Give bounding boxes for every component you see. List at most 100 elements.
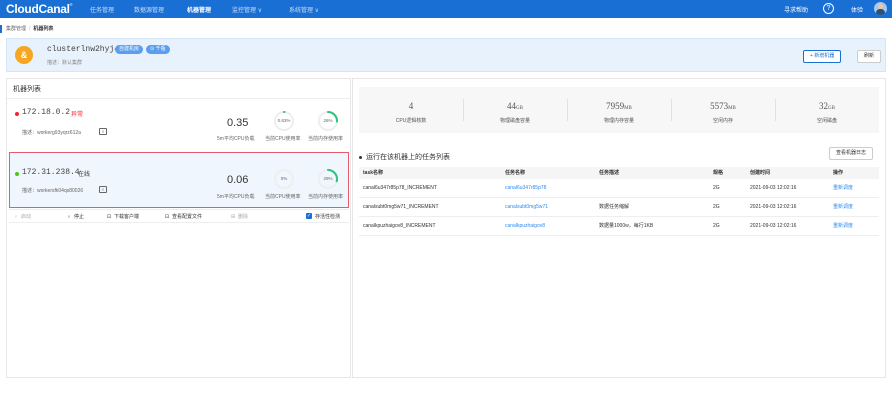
breadcrumb: 集群管理 / 机器列表 <box>0 25 53 33</box>
machine-list-title: 机器列表 <box>13 86 41 93</box>
top-nav-bar: CloudCanal® 任务管理 数据源管理 机器管理 监控管理 ∨ 系统管理 … <box>0 0 892 18</box>
col-name: 任务名称 <box>505 170 526 176</box>
avatar[interactable] <box>874 2 887 15</box>
stat-disk-capacity: 44GB 物理磁盘容量 <box>499 101 530 124</box>
task-name-link[interactable]: canalkpuzhaigov8 <box>505 217 545 236</box>
stat-free-disk: 32GB 空闲磁盘 <box>816 101 837 124</box>
col-task: task名称 <box>363 170 384 176</box>
stat-memory-capacity: 7959MB 物理内存容量 <box>603 101 634 124</box>
nav-item-tasks[interactable]: 任务管理 <box>90 5 114 14</box>
view-machine-log-button[interactable]: 查看机器日志 <box>829 147 874 160</box>
table-row: canal6u347r85p78_INCREMENT canal6u347r85… <box>359 179 879 198</box>
col-time: 创建时间 <box>750 170 771 176</box>
edit-desc-icon[interactable]: ≡ <box>99 128 107 135</box>
stop-icon: ♁ <box>67 214 71 220</box>
liveness-check-checkbox[interactable]: ✓ <box>306 213 312 219</box>
cpu-load-label: 5m平均CPU负载 <box>217 136 255 142</box>
machine-list-panel: 机器列表 172.18.0.2 异常 描述：workerg93yqrz612a … <box>6 78 351 378</box>
machine-status: 在线 <box>78 172 91 178</box>
status-dot <box>15 172 19 176</box>
memory-usage-label: 当前内存使用率 <box>308 194 344 200</box>
reschedule-link[interactable]: 重新调度 <box>833 217 853 236</box>
trash-icon: ⊞ <box>230 214 236 220</box>
stat-free-memory: 5573MB 空闲内存 <box>710 101 736 124</box>
machine-detail-panel: 4 CPU逻辑核数 44GB 物理磁盘容量 7959MB 物理内存容量 5573… <box>352 78 886 378</box>
cpu-usage-gauge: 0.83% <box>273 110 295 132</box>
cluster-desc: 描述：默认集群 <box>47 60 83 66</box>
cpu-usage-gauge: 0% <box>273 168 295 190</box>
nav-item-machines[interactable]: 机器管理 <box>187 5 211 14</box>
nav-item-system[interactable]: 系统管理 ∨ <box>289 5 319 14</box>
cpu-load-label: 5m平均CPU负载 <box>217 194 255 200</box>
task-name-link[interactable]: canal6u347r85p78 <box>505 179 546 198</box>
machine-ip: 172.18.0.2 <box>22 108 71 117</box>
col-op: 操作 <box>833 170 844 176</box>
delete-button[interactable]: ⊞ 删除 <box>230 213 248 220</box>
table-row: canalsubt0mg5w71_INCREMENT canalsubt0mg5… <box>359 198 879 217</box>
nav-item-datasources[interactable]: 数据源管理 <box>134 5 164 14</box>
add-machine-button[interactable]: + 新增机器 <box>803 50 842 63</box>
cpu-load-value: 0.06 <box>227 174 249 186</box>
task-list-title: 运行在该机器上的任务列表 <box>359 152 450 162</box>
cpu-usage-label: 当前CPU使用率 <box>265 194 301 200</box>
task-desc: 数据量1000w，每行1KB <box>599 223 654 229</box>
task-id: canalsubt0mg5w71_INCREMENT <box>363 204 439 210</box>
machine-item-2[interactable]: 172.31.238.4 在线 描述：workersfk04qs80026 ≡ … <box>9 152 349 208</box>
machine-action-bar: ♀ 启动 ♁ 停止 ⊡ 下载客户端 ⊡ 查看配置文件 ⊞ 删除 ✓ 存活性检测 <box>9 209 349 223</box>
user-menu[interactable]: 体验 <box>851 5 863 14</box>
download-icon: ⊡ <box>106 214 112 220</box>
col-spec: 规格 <box>713 170 724 176</box>
task-table: task名称 任务名称 任务描述 规格 创建时间 操作 canal6u347r8… <box>359 167 879 236</box>
view-config-button[interactable]: ⊡ 查看配置文件 <box>164 213 202 220</box>
task-id: canalkpuzhaigov8_INCREMENT <box>363 223 436 229</box>
task-name-link[interactable]: canalsubt0mg5w71 <box>505 198 548 217</box>
memory-usage-gauge: 29% <box>317 168 339 190</box>
file-icon: ⊡ <box>164 214 170 220</box>
memory-usage-value: 26% <box>323 118 333 123</box>
table-row: canalkpuzhaigov8_INCREMENT canalkpuzhaig… <box>359 217 879 236</box>
task-id: canal6u347r85p78_INCREMENT <box>363 185 437 191</box>
reschedule-link[interactable]: 重新调度 <box>833 179 853 198</box>
cpu-load-value: 0.35 <box>227 117 249 129</box>
machine-desc: 描述：workerg93yqrz612a <box>22 130 81 136</box>
reschedule-link[interactable]: 重新调度 <box>833 198 853 217</box>
memory-usage-value: 29% <box>323 176 333 181</box>
machine-item-1[interactable]: 172.18.0.2 异常 描述：workerg93yqrz612a ≡ 0.3… <box>9 101 349 151</box>
stop-button[interactable]: ♁ 停止 <box>66 213 84 220</box>
task-spec: 2G <box>713 204 720 210</box>
memory-usage-gauge: 26% <box>317 110 339 132</box>
breadcrumb-machine-list: 机器列表 <box>33 26 54 32</box>
question-icon[interactable]: ? <box>823 3 834 14</box>
machine-ip: 172.31.238.4 <box>22 168 80 177</box>
machine-status: 异常 <box>71 112 84 118</box>
task-spec: 2G <box>713 223 720 229</box>
start-button[interactable]: ♀ 启动 <box>13 213 31 220</box>
refresh-button[interactable]: 刷新 <box>857 50 882 63</box>
start-icon: ♀ <box>14 214 18 220</box>
task-spec: 2G <box>713 185 720 191</box>
machine-stats: 4 CPU逻辑核数 44GB 物理磁盘容量 7959MB 物理内存容量 5573… <box>359 87 879 133</box>
cluster-tag-self-built: 自建机房 <box>115 45 144 54</box>
col-desc: 任务描述 <box>599 170 620 176</box>
help-link[interactable]: 寻求帮助 <box>784 5 808 14</box>
download-client-button[interactable]: ⊡ 下载客户端 <box>106 213 139 220</box>
breadcrumb-cluster-management[interactable]: 集群管理 <box>6 26 26 32</box>
cluster-header: & clusterlnw2hyj490 自建机房 ⊙ 千瓶 描述：默认集群 + … <box>6 38 886 72</box>
task-time: 2021-09-03 12:02:16 <box>750 185 797 191</box>
nav-item-monitoring[interactable]: 监控管理 ∨ <box>232 5 262 14</box>
cloudcanal-logo[interactable]: CloudCanal® <box>6 2 73 16</box>
task-time: 2021-09-03 12:02:16 <box>750 223 797 229</box>
task-time: 2021-09-03 12:02:16 <box>750 204 797 210</box>
status-dot <box>15 112 19 116</box>
memory-usage-label: 当前内存使用率 <box>308 136 344 142</box>
cluster-icon: & <box>15 46 33 64</box>
cluster-tag-region: ⊙ 千瓶 <box>146 45 170 54</box>
cpu-usage-value: 0.83% <box>277 118 291 123</box>
cpu-usage-label: 当前CPU使用率 <box>265 136 301 142</box>
edit-desc-icon[interactable]: ≡ <box>99 186 107 193</box>
cpu-usage-value: 0% <box>280 176 288 181</box>
stat-cpu-cores: 4 CPU逻辑核数 <box>395 101 427 124</box>
task-desc: 数据任务缩解 <box>599 204 630 210</box>
table-header-row: task名称 任务名称 任务描述 规格 创建时间 操作 <box>359 167 879 179</box>
machine-desc: 描述：workersfk04qs80026 <box>22 188 84 194</box>
